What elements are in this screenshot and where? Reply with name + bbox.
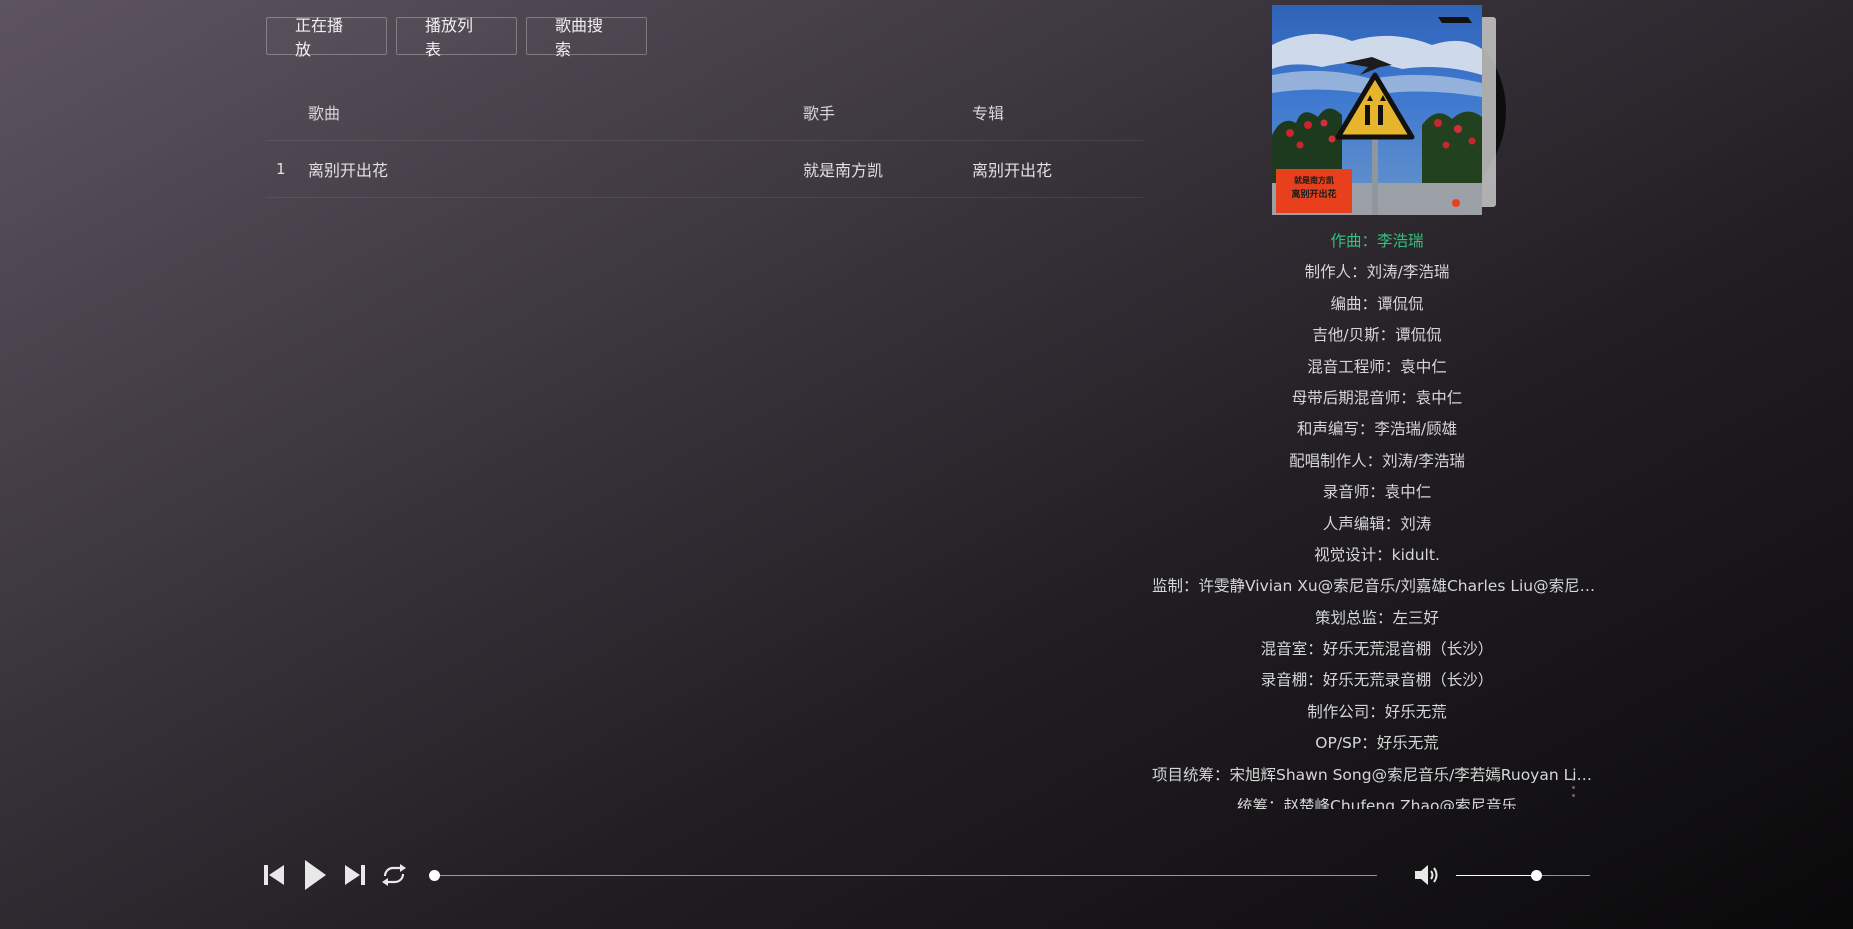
album-cover: 就是南方凯 离别开出花 [1272,5,1482,215]
volume-icon [1415,865,1438,885]
next-button[interactable] [341,855,369,895]
credit-line: 监制：许雯静Vivian Xu@索尼音乐/刘嘉雄Charles Liu@索尼音乐 [1152,577,1602,596]
row-index: 1 [276,160,286,178]
credit-line: 项目统筹：宋旭辉Shawn Song@索尼音乐/李若嫣Ruoyan Li@索尼音… [1152,765,1602,784]
album-cover-area: 就是南方凯 离别开出花 [1272,5,1512,215]
credit-line: 策划总监：左三好 [1314,608,1439,627]
credit-line: OP/SP：好乐无荒 [1315,734,1439,753]
loop-icon [382,864,406,886]
tab-playlist[interactable]: 播放列表 [396,16,517,59]
credit-line: 混音工程师：袁中仁 [1307,357,1447,376]
next-icon [345,865,365,885]
album-cover-art: 就是南方凯 离别开出花 [1272,5,1482,215]
prev-button[interactable] [260,855,288,895]
credit-line: 制作公司：好乐无荒 [1307,702,1447,721]
table-header: 歌曲 歌手 专辑 [266,84,1144,141]
header-artist: 歌手 [803,104,836,123]
credit-line: 编曲：谭侃侃 [1330,294,1424,313]
credit-line: 录音棚：好乐无荒录音棚（长沙） [1260,671,1494,690]
credit-line: 混音室：好乐无荒混音棚（长沙） [1260,640,1494,659]
row-song-title[interactable]: 离别开出花 [308,157,388,181]
credits-lyrics-panel[interactable]: 作曲：李浩瑞制作人：刘涛/李浩瑞 编曲：谭侃侃 吉他/贝斯：谭侃侃 混音工程师：袁中仁… [1152,226,1602,809]
play-icon [305,860,326,890]
credit-line: 配唱制作人：刘涛/李浩瑞 [1289,451,1465,470]
row-album[interactable]: 离别开出花 [972,157,1052,181]
tab-bar: 正在播放 播放列表 歌曲搜索 [266,16,647,59]
play-button[interactable] [300,855,330,895]
progress-bar[interactable] [429,870,1377,881]
credit-line: 录音师：袁中仁 [1322,483,1432,502]
prev-icon [264,865,284,885]
song-table: 歌曲 歌手 专辑 1 离别开出花 就是南方凯 离别开出花 [266,84,1144,198]
cover-art-title: 离别开出花 [1291,188,1336,200]
credit-line: 人声编辑：刘涛 [1322,514,1432,533]
table-row[interactable]: 1 离别开出花 就是南方凯 离别开出花 [266,141,1144,198]
credit-line: 母带后期混音师：袁中仁 [1291,388,1463,407]
credit-line: 统筹：赵楚峰Chufeng Zhao@索尼音乐 [1237,797,1517,809]
loop-button[interactable] [379,855,409,895]
volume-fill [1456,875,1537,876]
credit-line: 和声编写：李浩瑞/顾雄 [1296,420,1458,439]
player-bar [0,855,1853,895]
cover-art-text: 就是南方凯 [1294,175,1334,185]
header-song: 歌曲 [308,104,341,123]
tab-now-playing[interactable]: 正在播放 [266,16,387,59]
credit-line: 制作人：刘涛/李浩瑞 [1304,263,1450,282]
tab-song-search[interactable]: 歌曲搜索 [526,16,647,59]
credit-line: 视觉设计：kidult. [1314,545,1440,564]
row-artist[interactable]: 就是南方凯 [803,157,883,181]
scroll-indicator[interactable] [1571,778,1577,802]
credit-line: 吉他/贝斯：谭侃侃 [1312,326,1442,345]
credit-line: 作曲：李浩瑞 [1330,232,1424,250]
volume-knob[interactable] [1531,870,1543,881]
volume-slider[interactable] [1456,870,1590,881]
header-album: 专辑 [972,104,1005,123]
progress-knob[interactable] [429,870,440,881]
volume-button[interactable] [1412,855,1444,895]
